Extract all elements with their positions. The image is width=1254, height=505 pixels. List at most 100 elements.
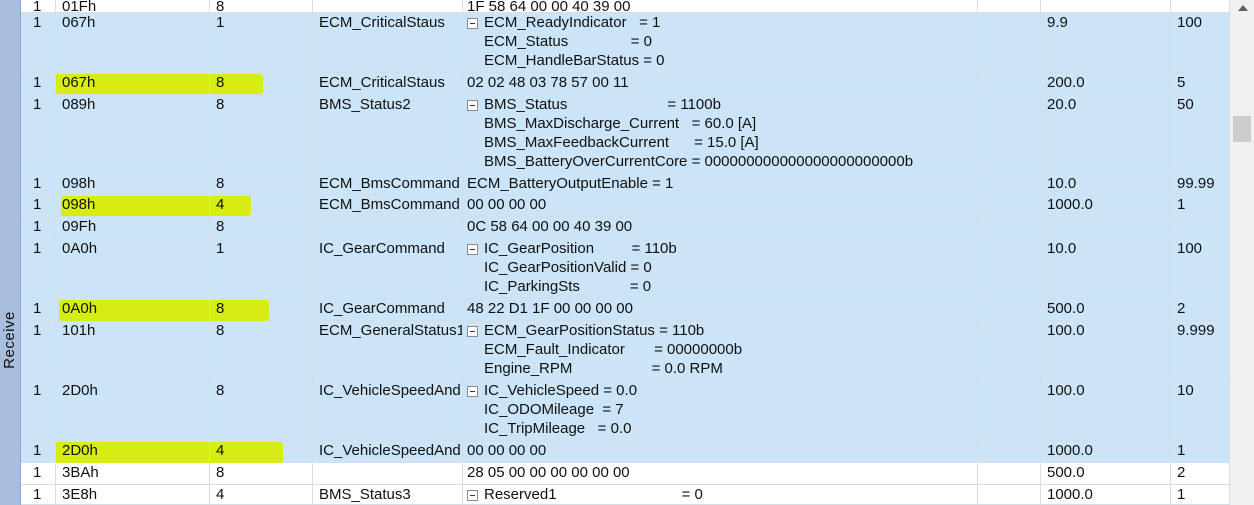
cell-id-text: 3BAh <box>62 464 99 481</box>
table-row[interactable]: 1 067h 8 ECM_CriticalStaus 02 02 48 03 78 57… <box>21 73 1229 95</box>
cell-dlc-text: 8 <box>216 464 225 481</box>
cell-dlc: 8 <box>210 381 313 440</box>
cell-empty <box>978 73 1041 94</box>
cell-cycle-time: 100.0 <box>1041 321 1171 380</box>
table-row[interactable]: 1 2D0h 4 IC_VehicleSpeedAnd 00 00 00 00 1000.… <box>21 441 1229 463</box>
cell-id: 101h <box>56 321 210 380</box>
cell-cycle-time-text: 1000.0 <box>1047 196 1093 213</box>
cell-count: 99.99 <box>1171 174 1229 194</box>
cell-channel: 1 <box>21 441 56 462</box>
message-grid: 1 01Fh 8 1F 58 64 00 00 40 39 00 1 067h 1 ECM_C… <box>21 0 1229 505</box>
table-row[interactable]: 1 2D0h 8 IC_VehicleSpeedAnd IC_VehicleSpeed … <box>21 381 1229 441</box>
data-bytes: 48 22 D1 1F 00 00 00 00 <box>467 300 633 317</box>
cell-count: 1 <box>1171 441 1229 462</box>
vertical-scrollbar[interactable] <box>1229 0 1254 505</box>
cell-id-text: 01Fh <box>62 0 97 12</box>
cell-channel-text: 1 <box>33 0 42 12</box>
cell-id-text: 09Fh <box>62 218 97 235</box>
collapse-toggle-icon[interactable] <box>467 100 478 111</box>
cell-name: IC_GearCommand <box>313 299 463 320</box>
cell-dlc-text: 8 <box>216 96 225 113</box>
cell-dlc-text: 4 <box>216 442 225 459</box>
cell-channel-text: 1 <box>33 442 42 459</box>
cell-dlc-text: 8 <box>216 300 225 317</box>
cell-channel: 1 <box>21 73 56 94</box>
cell-channel: 1 <box>21 485 56 504</box>
scroll-up-arrow-icon[interactable] <box>1238 5 1248 11</box>
cell-cycle-time-text: 10.0 <box>1047 240 1077 257</box>
cell-id-text: 098h <box>62 196 96 213</box>
cell-dlc-text: 8 <box>216 218 225 235</box>
table-row[interactable]: 1 01Fh 8 1F 58 64 00 00 40 39 00 <box>21 0 1229 13</box>
cell-count: 2 <box>1171 299 1229 320</box>
cell-count-text: 2 <box>1177 300 1186 317</box>
cell-channel: 1 <box>21 463 56 484</box>
cell-channel-text: 1 <box>33 240 42 257</box>
collapse-toggle-icon[interactable] <box>467 18 478 29</box>
cell-channel: 1 <box>21 0 56 12</box>
table-row[interactable]: 1 09Fh 8 0C 58 64 00 00 40 39 00 <box>21 217 1229 239</box>
collapse-toggle-icon[interactable] <box>467 490 478 501</box>
collapse-toggle-icon[interactable] <box>467 326 478 337</box>
cell-empty <box>978 195 1041 216</box>
cell-name <box>313 217 463 238</box>
cell-count: 100 <box>1171 13 1229 72</box>
cell-id-text: 098h <box>62 175 96 192</box>
table-row[interactable]: 1 3E8h 4 BMS_Status3 Reserved1 = 0 1000.0 1 <box>21 485 1229 505</box>
cell-cycle-time-text: 10.0 <box>1047 175 1077 192</box>
cell-name-text: BMS_Status3 <box>319 486 411 503</box>
table-row[interactable]: 1 067h 1 ECM_CriticalStaus ECM_ReadyIndicato… <box>21 13 1229 73</box>
cell-cycle-time: 10.0 <box>1041 239 1171 298</box>
cell-channel-text: 1 <box>33 464 42 481</box>
receive-side-tab[interactable]: Receive <box>0 0 21 505</box>
table-row[interactable]: 1 3BAh 8 28 05 00 00 00 00 00 00 500.0 2 <box>21 463 1229 485</box>
cell-id: 01Fh <box>56 0 210 12</box>
cell-empty <box>978 463 1041 484</box>
cell-dlc-text: 8 <box>216 74 225 91</box>
cell-count-text: 5 <box>1177 74 1186 91</box>
table-row[interactable]: 1 098h 8 ECM_BmsCommand ECM_BatteryOutputEna… <box>21 174 1229 195</box>
signal-line: BMS_MaxFeedbackCurrent = 15.0 [A] <box>484 134 759 151</box>
cell-channel: 1 <box>21 95 56 173</box>
scrollbar-thumb[interactable] <box>1233 116 1251 142</box>
cell-id: 0A0h <box>56 299 210 320</box>
cell-name: ECM_CriticalStaus <box>313 73 463 94</box>
cell-id: 2D0h <box>56 381 210 440</box>
cell-dlc: 8 <box>210 463 313 484</box>
cell-id-text: 067h <box>62 14 96 31</box>
table-row[interactable]: 1 101h 8 ECM_GeneralStatus1 ECM_GearPosition… <box>21 321 1229 381</box>
cell-empty <box>978 441 1041 462</box>
cell-cycle-time: 200.0 <box>1041 73 1171 94</box>
cell-data: 0C 58 64 00 00 40 39 00 <box>463 217 978 238</box>
cell-dlc-text: 8 <box>216 382 225 399</box>
cell-dlc-text: 4 <box>216 196 225 213</box>
table-row[interactable]: 1 089h 8 BMS_Status2 BMS_Status = 1100b BMS_M… <box>21 95 1229 174</box>
cell-channel: 1 <box>21 381 56 440</box>
cell-id: 3BAh <box>56 463 210 484</box>
cell-name-text: BMS_Status2 <box>319 96 411 113</box>
collapse-toggle-icon[interactable] <box>467 386 478 397</box>
cell-empty <box>978 381 1041 440</box>
signal-line: IC_GearPosition = 110b <box>484 240 677 257</box>
cell-dlc: 4 <box>210 485 313 504</box>
table-row[interactable]: 1 0A0h 8 IC_GearCommand 48 22 D1 1F 00 00 00… <box>21 299 1229 321</box>
cell-data: IC_GearPosition = 110b IC_GearPositionVal… <box>463 239 978 298</box>
collapse-toggle-icon[interactable] <box>467 244 478 255</box>
data-bytes: 1F 58 64 00 00 40 39 00 <box>467 0 631 12</box>
cell-empty <box>978 299 1041 320</box>
data-bytes: 28 05 00 00 00 00 00 00 <box>467 464 630 481</box>
cell-name-text: ECM_CriticalStaus <box>319 14 445 31</box>
table-row[interactable]: 1 0A0h 1 IC_GearCommand IC_GearPosition = 11… <box>21 239 1229 299</box>
cell-cycle-time-text: 20.0 <box>1047 96 1077 113</box>
cell-cycle-time-text: 200.0 <box>1047 74 1085 91</box>
cell-cycle-time-text: 1000.0 <box>1047 442 1093 459</box>
cell-name: BMS_Status2 <box>313 95 463 173</box>
signal-line: IC_VehicleSpeed = 0.0 <box>484 382 638 399</box>
cell-count: 1 <box>1171 195 1229 216</box>
cell-cycle-time: 1000.0 <box>1041 441 1171 462</box>
table-row[interactable]: 1 098h 4 ECM_BmsCommand 00 00 00 00 1000.0 1 <box>21 195 1229 217</box>
cell-channel-text: 1 <box>33 300 42 317</box>
cell-empty <box>978 13 1041 72</box>
signal-line: Reserved1 = 0 <box>484 486 703 503</box>
cell-name-text: ECM_CriticalStaus <box>319 74 445 91</box>
